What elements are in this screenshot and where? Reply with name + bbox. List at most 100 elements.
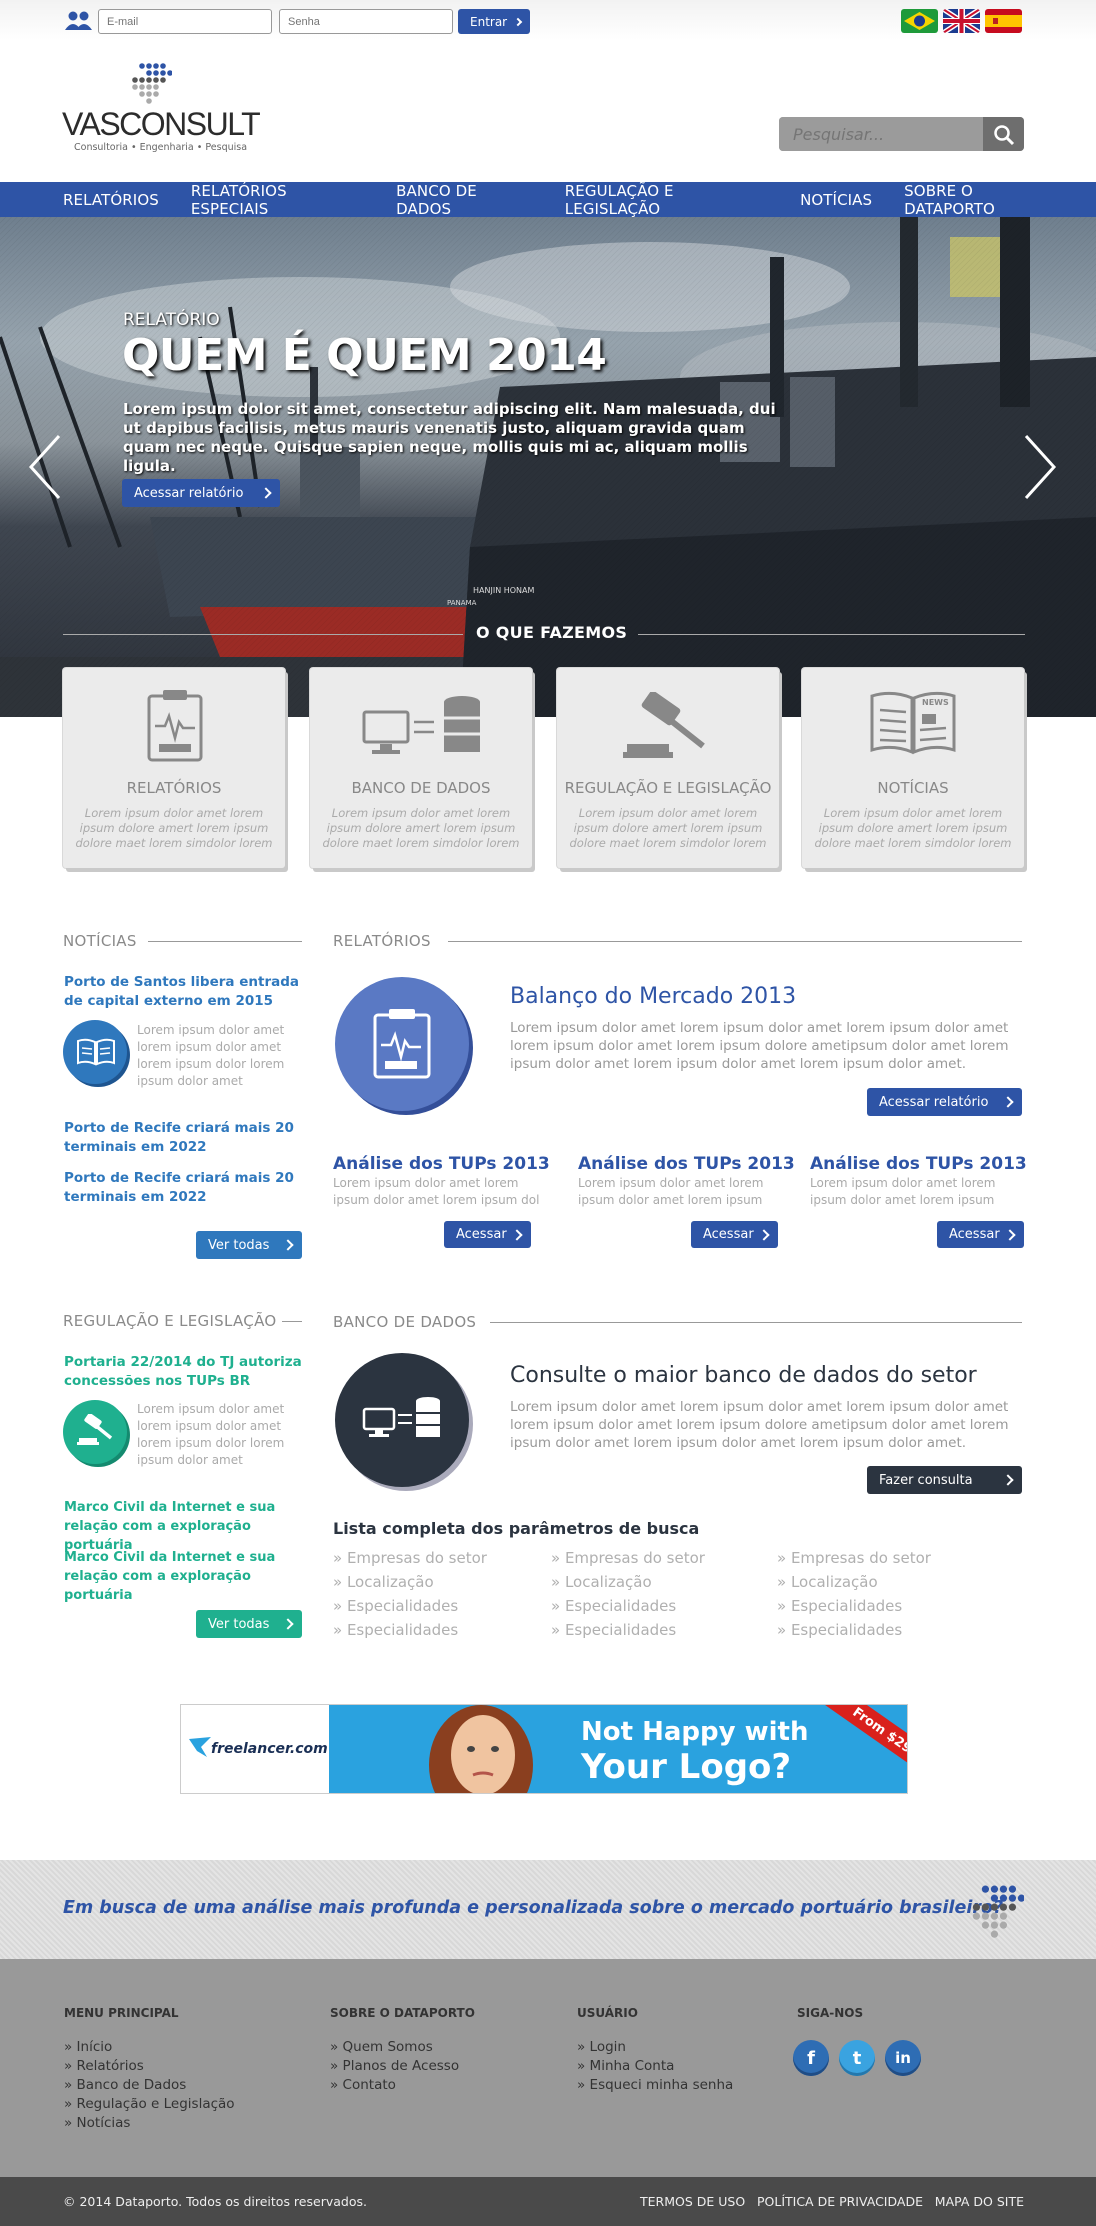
- twitter-icon[interactable]: t: [839, 2040, 875, 2076]
- sitemap-link[interactable]: MAPA DO SITE: [935, 2194, 1024, 2209]
- params-column: » Empresas do setor » Localização » Espe…: [551, 1546, 705, 1642]
- footer-link[interactable]: » Login: [577, 2038, 733, 2057]
- regulation-item[interactable]: Marco Civil da Internet e sua relação co…: [64, 1548, 314, 1605]
- database-featured-badge: [335, 1353, 469, 1487]
- flag-uk-icon[interactable]: [943, 9, 980, 33]
- report-item-access-button[interactable]: Acessar: [444, 1221, 531, 1248]
- service-card-title: BANCO DE DADOS: [351, 779, 491, 797]
- password-input[interactable]: [279, 9, 453, 34]
- footer-links: » Início » Relatórios » Banco de Dados »…: [64, 2038, 235, 2133]
- param-item[interactable]: » Especialidades: [777, 1618, 931, 1642]
- report-item-title[interactable]: Análise dos TUPs 2013: [333, 1154, 550, 1174]
- search-input[interactable]: [779, 117, 983, 151]
- news-featured-text: Lorem ipsum dolor amet lorem ipsum dolor…: [137, 1023, 285, 1088]
- reports-section-heading: RELATÓRIOS: [333, 932, 431, 950]
- footer-links: » Quem Somos » Planos de Acesso » Contat…: [330, 2038, 459, 2095]
- section-divider: [638, 634, 1025, 635]
- footer-link[interactable]: » Notícias: [64, 2114, 235, 2133]
- logo-mark-icon: [972, 1885, 1024, 1938]
- nav-item-sobre[interactable]: SOBRE O DATAPORTO: [904, 182, 1064, 218]
- footer-link[interactable]: » Planos de Acesso: [330, 2057, 459, 2076]
- user-icon: [64, 10, 94, 32]
- report-featured-title[interactable]: Balanço do Mercado 2013: [510, 984, 796, 1009]
- report-access-button[interactable]: Acessar relatório: [867, 1088, 1022, 1116]
- database-featured-title[interactable]: Consulte o maior banco de dados do setor: [510, 1363, 977, 1388]
- service-card-desc: Lorem ipsum dolor amet lorem ipsum dolor…: [569, 806, 767, 850]
- report-item-access-button[interactable]: Acessar: [691, 1221, 778, 1248]
- regulation-section-heading: REGULAÇÃO E LEGISLAÇÃO: [63, 1312, 277, 1330]
- param-item[interactable]: » Especialidades: [333, 1594, 487, 1618]
- report-item-title[interactable]: Análise dos TUPs 2013: [578, 1154, 795, 1174]
- footer-link[interactable]: » Quem Somos: [330, 2038, 459, 2057]
- param-item[interactable]: » Localização: [333, 1570, 487, 1594]
- footer-link[interactable]: » Esqueci minha senha: [577, 2076, 733, 2095]
- privacy-link[interactable]: POLÍTICA DE PRIVACIDADE: [757, 2194, 923, 2209]
- news-featured-title[interactable]: Porto de Santos libera entrada de capita…: [64, 973, 304, 1011]
- footer-col-title: USUÁRIO: [577, 2006, 638, 2020]
- footer-link[interactable]: » Banco de Dados: [64, 2076, 235, 2095]
- news-item[interactable]: Porto de Recife criará mais 20 terminais…: [64, 1169, 294, 1207]
- footer-col-title: SIGA-NOS: [797, 2006, 864, 2020]
- param-item[interactable]: » Especialidades: [551, 1594, 705, 1618]
- nav-item-regulacao[interactable]: REGULAÇÃO E LEGISLAÇÃO: [565, 182, 768, 218]
- footer-link[interactable]: » Contato: [330, 2076, 459, 2095]
- news-item[interactable]: Porto de Recife criará mais 20 terminais…: [64, 1119, 294, 1157]
- nav-item-noticias[interactable]: NOTÍCIAS: [800, 191, 872, 209]
- regulation-featured-badge: [63, 1400, 127, 1464]
- news-view-all-button[interactable]: Ver todas: [196, 1231, 302, 1259]
- query-button-label: Fazer consulta: [879, 1472, 973, 1488]
- report-item-text: Lorem ipsum dolor amet lorem ipsum dolor…: [810, 1176, 996, 1207]
- report-icon: [147, 690, 203, 762]
- param-item[interactable]: » Localização: [777, 1570, 931, 1594]
- flag-brazil-icon[interactable]: [901, 9, 938, 33]
- flag-spain-icon[interactable]: [985, 9, 1022, 33]
- regulation-featured-title[interactable]: Portaria 22/2014 do TJ autoriza concessõ…: [64, 1353, 304, 1391]
- service-card-banco-de-dados[interactable]: BANCO DE DADOS Lorem ipsum dolor amet lo…: [310, 668, 532, 868]
- footer-link[interactable]: » Relatórios: [64, 2057, 235, 2076]
- regulation-view-all-button[interactable]: Ver todas: [196, 1610, 302, 1638]
- param-item[interactable]: » Empresas do setor: [333, 1546, 487, 1570]
- service-card-relatorios[interactable]: RELATÓRIOS Lorem ipsum dolor amet lorem …: [63, 668, 285, 868]
- footer-link[interactable]: » Minha Conta: [577, 2057, 733, 2076]
- report-item-text: Lorem ipsum dolor amet lorem ipsum dolor…: [333, 1176, 540, 1207]
- param-item[interactable]: » Especialidades: [333, 1618, 487, 1642]
- chevron-right-icon: [513, 17, 523, 26]
- hero-kicker: RELATÓRIO: [123, 310, 220, 330]
- news-featured-badge: [63, 1020, 127, 1084]
- email-input[interactable]: [98, 9, 272, 34]
- report-item-access-button[interactable]: Acessar: [937, 1221, 1024, 1248]
- slider-prev-arrow-icon[interactable]: [25, 432, 65, 502]
- param-item[interactable]: » Especialidades: [777, 1594, 931, 1618]
- terms-link[interactable]: TERMOS DE USO: [640, 2194, 745, 2209]
- chevron-right-icon: [758, 1228, 770, 1241]
- service-card-regulacao[interactable]: REGULAÇÃO E LEGISLAÇÃO Lorem ipsum dolor…: [557, 668, 779, 868]
- slider-next-arrow-icon[interactable]: [1020, 432, 1060, 502]
- param-item[interactable]: » Empresas do setor: [777, 1546, 931, 1570]
- ad-brand-name: freelancer.com: [211, 1741, 328, 1757]
- logo[interactable]: VASCONSULT Consultoria • Engenharia • Pe…: [62, 62, 261, 157]
- hero-access-report-button[interactable]: Acessar relatório: [122, 479, 280, 507]
- login-button[interactable]: Entrar: [458, 9, 530, 34]
- ad-banner[interactable]: freelancer.com Not Happy with Your Logo?…: [180, 1704, 908, 1794]
- database-query-button[interactable]: Fazer consulta: [867, 1466, 1022, 1494]
- search-button[interactable]: [983, 117, 1024, 151]
- footer-col-title: MENU PRINCIPAL: [64, 2006, 179, 2020]
- ad-line-2: Your Logo?: [581, 1747, 792, 1787]
- params-column: » Empresas do setor » Localização » Espe…: [777, 1546, 931, 1642]
- ad-ribbon: From $290: [817, 1705, 907, 1786]
- footer-link[interactable]: » Início: [64, 2038, 235, 2057]
- cta-text[interactable]: Em busca de uma análise mais profunda e …: [63, 1898, 1003, 1918]
- section-divider: [490, 1322, 1022, 1323]
- report-item-title[interactable]: Análise dos TUPs 2013: [810, 1154, 1027, 1174]
- regulation-item[interactable]: Marco Civil da Internet e sua relação co…: [64, 1498, 314, 1555]
- param-item[interactable]: » Localização: [551, 1570, 705, 1594]
- facebook-icon[interactable]: f: [793, 2040, 829, 2076]
- linkedin-icon[interactable]: in: [885, 2040, 921, 2076]
- nav-item-banco-de-dados[interactable]: BANCO DE DADOS: [396, 182, 533, 218]
- service-card-noticias[interactable]: NEWS NOTÍCIAS Lorem ipsum dolor amet lor…: [802, 668, 1024, 868]
- nav-item-relatorios[interactable]: RELATÓRIOS: [63, 191, 159, 209]
- footer-link[interactable]: » Regulação e Legislação: [64, 2095, 235, 2114]
- param-item[interactable]: » Especialidades: [551, 1618, 705, 1642]
- nav-item-relatorios-especiais[interactable]: RELATÓRIOS ESPECIAIS: [191, 182, 364, 218]
- param-item[interactable]: » Empresas do setor: [551, 1546, 705, 1570]
